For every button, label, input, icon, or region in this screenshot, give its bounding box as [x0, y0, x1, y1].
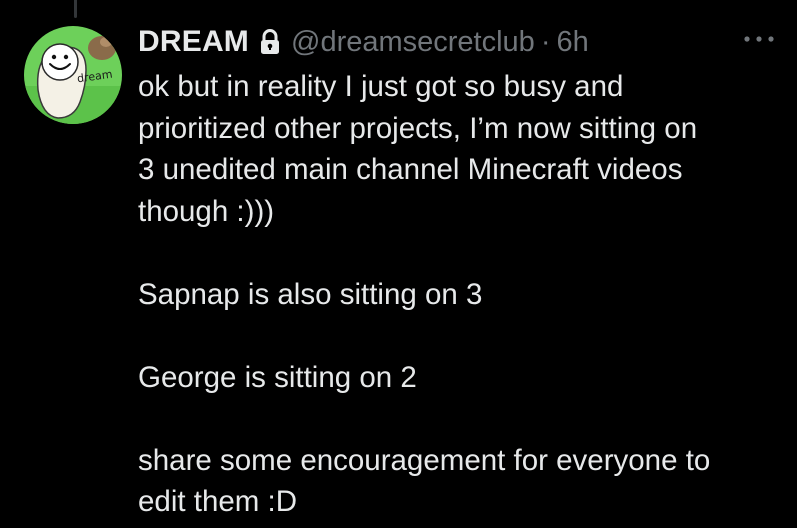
user-handle[interactable]: @dreamsecretclub — [291, 26, 535, 59]
tweet-text-line: George is sitting on 2 — [138, 360, 417, 394]
display-name[interactable]: DREAM — [138, 25, 249, 59]
tweet-text-line: 3 unedited main channel Minecraft videos — [138, 153, 683, 186]
tweet-body: DREAM @dreamsecretclub · 6h ok but in re… — [138, 18, 778, 523]
separator-dot: · — [540, 25, 551, 58]
tweet-text-line: edit them :D — [138, 485, 298, 518]
tweet-text-line: though :))) — [138, 194, 275, 228]
tweet-text-line: Sapnap is also sitting on 3 — [138, 277, 483, 311]
tweet-text-line: share some encouragement for everyone to — [138, 443, 711, 477]
timestamp[interactable]: 6h — [556, 26, 588, 59]
tweet-text-line: ok but in reality I just got so busy and — [138, 70, 624, 103]
tweet-header: DREAM @dreamsecretclub · 6h — [138, 18, 778, 66]
tweet-text-line: prioritized other projects, I’m now sitt… — [138, 111, 698, 145]
lock-icon — [259, 29, 281, 55]
thread-connector-line — [74, 0, 77, 18]
tweet-text: ok but in reality I just got so busy and… — [138, 66, 778, 523]
more-horizontal-icon[interactable] — [742, 32, 776, 46]
